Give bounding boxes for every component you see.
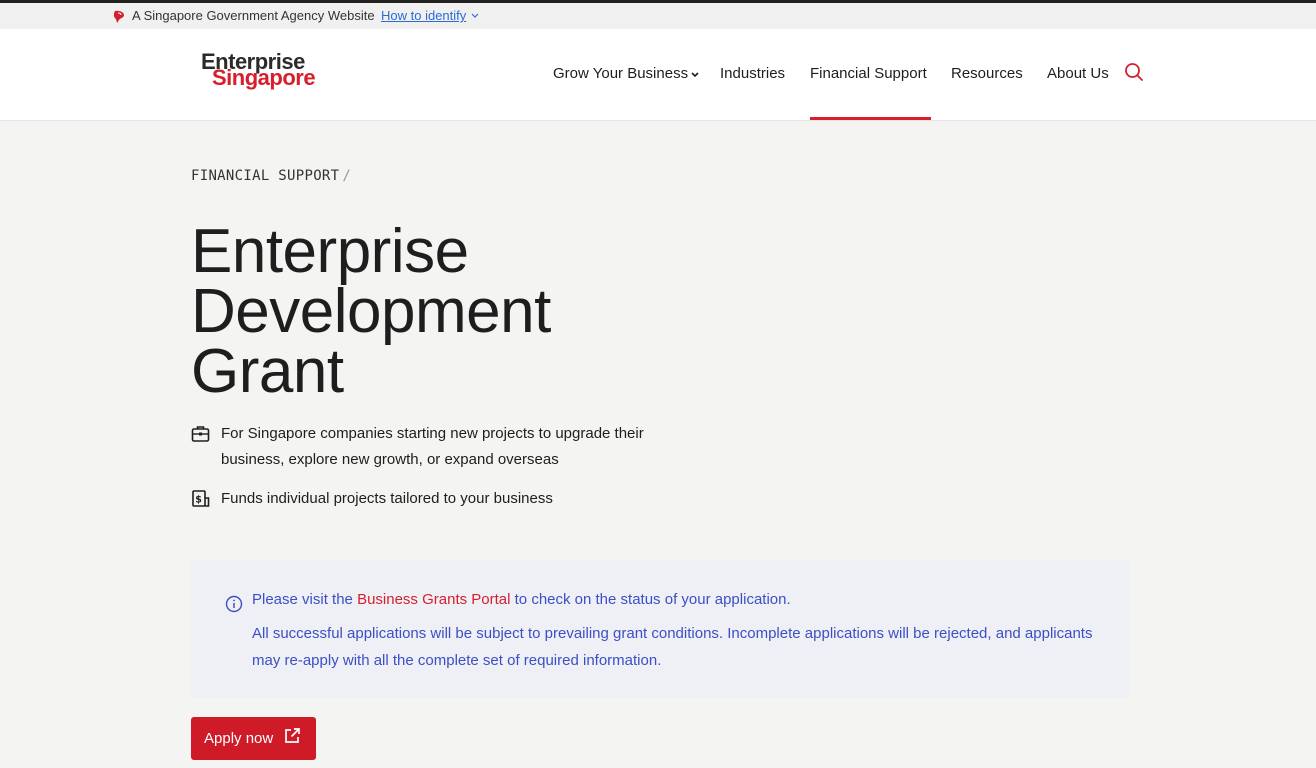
money-icon: $ [192, 490, 210, 507]
notice-suffix: to check on the status of your applicati… [510, 591, 791, 608]
nav-financial-support[interactable]: Financial Support [810, 65, 927, 82]
apply-now-button[interactable]: Apply now [191, 717, 316, 760]
how-to-identify-link[interactable]: How to identify [381, 8, 466, 23]
breadcrumb-separator: / [342, 168, 352, 184]
notice-prefix: Please visit the [252, 591, 358, 608]
notice-line-1: Please visit the Business Grants Portal … [252, 591, 791, 608]
info-notice: Please visit the Business Grants Portal … [191, 560, 1130, 698]
svg-text:$: $ [195, 495, 202, 506]
breadcrumb: FINANCIAL SUPPORT / [191, 168, 351, 184]
nav-industries[interactable]: Industries [720, 65, 785, 82]
info-icon [225, 595, 243, 613]
active-nav-indicator [810, 117, 931, 120]
chevron-down-icon[interactable] [691, 72, 699, 78]
notice-body: All successful applications will be subj… [252, 625, 1093, 669]
feature-item: For Singapore companies starting new pro… [191, 421, 671, 475]
enterprise-singapore-logo[interactable]: Enterprise Singapore [201, 49, 331, 93]
logo-line-2: Singapore [212, 65, 316, 90]
briefcase-icon [191, 426, 210, 442]
nav-about-us[interactable]: About Us [1047, 65, 1109, 82]
feature-item: $ Funds individual projects tailored to … [191, 486, 671, 514]
chevron-down-icon[interactable] [471, 13, 479, 19]
feature-text: Funds individual projects tailored to yo… [221, 490, 553, 507]
gov-masthead-text: A Singapore Government Agency Website [132, 8, 375, 23]
business-grants-portal-link[interactable]: Business Grants Portal [357, 591, 510, 608]
apply-now-label: Apply now [204, 730, 274, 747]
breadcrumb-financial-support[interactable]: FINANCIAL SUPPORT [191, 168, 339, 184]
external-link-icon [285, 728, 300, 743]
nav-resources[interactable]: Resources [951, 65, 1023, 82]
search-icon[interactable] [1124, 62, 1144, 82]
nav-grow-your-business[interactable]: Grow Your Business [553, 65, 688, 82]
gov-masthead: A Singapore Government Agency Website Ho… [0, 0, 1316, 29]
singapore-lion-icon [113, 10, 124, 23]
page-title: Enterprise Development Grant [191, 217, 551, 406]
site-header: Enterprise Singapore Grow Your Business … [0, 29, 1316, 121]
feature-text: For Singapore companies starting new pro… [221, 425, 644, 468]
